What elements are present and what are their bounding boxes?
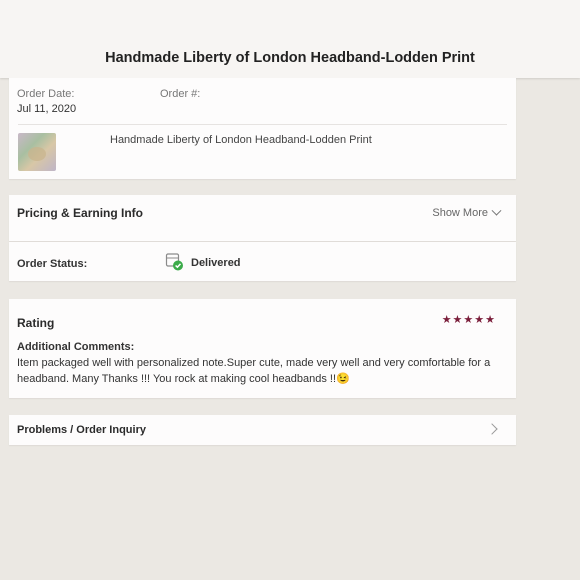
item-name[interactable]: Handmade Liberty of London Headband-Lodd… xyxy=(110,134,372,146)
show-more-label: Show More xyxy=(432,207,488,219)
order-number-label: Order #: xyxy=(160,88,201,100)
additional-comments-label: Additional Comments: xyxy=(17,341,135,353)
rating-card: Rating ★★★★★ Additional Comments: Item p… xyxy=(9,299,516,398)
show-more-button[interactable]: Show More xyxy=(432,205,502,219)
chevron-right-icon xyxy=(486,423,498,435)
pricing-title: Pricing & Earning Info xyxy=(17,206,144,220)
order-date-label: Order Date: xyxy=(17,88,75,100)
order-summary-card: Order Date: Jul 11, 2020 Order #: Handma… xyxy=(9,78,516,179)
chevron-down-icon xyxy=(491,205,502,216)
item-thumbnail[interactable] xyxy=(18,133,56,171)
order-status-card: Order Status: Delivered xyxy=(9,242,516,281)
divider xyxy=(18,124,507,125)
top-bar: Handmade Liberty of London Headband-Lodd… xyxy=(0,0,580,78)
star-rating: ★★★★★ xyxy=(441,314,496,326)
order-status-label: Order Status: xyxy=(17,258,88,270)
delivered-box-icon xyxy=(165,253,183,271)
order-status-value: Delivered xyxy=(191,257,241,269)
rating-title: Rating xyxy=(17,316,55,330)
problems-order-inquiry-row[interactable]: Problems / Order Inquiry xyxy=(9,415,516,445)
pricing-card[interactable]: Pricing & Earning Info Show More xyxy=(9,195,516,241)
additional-comments-text: Item packaged well with personalized not… xyxy=(17,357,491,385)
order-date-value: Jul 11, 2020 xyxy=(17,103,77,115)
problems-label: Problems / Order Inquiry xyxy=(17,424,146,436)
order-details-screen: Handmade Liberty of London Headband-Lodd… xyxy=(0,0,580,580)
page-title: Handmade Liberty of London Headband-Lodd… xyxy=(105,50,475,66)
